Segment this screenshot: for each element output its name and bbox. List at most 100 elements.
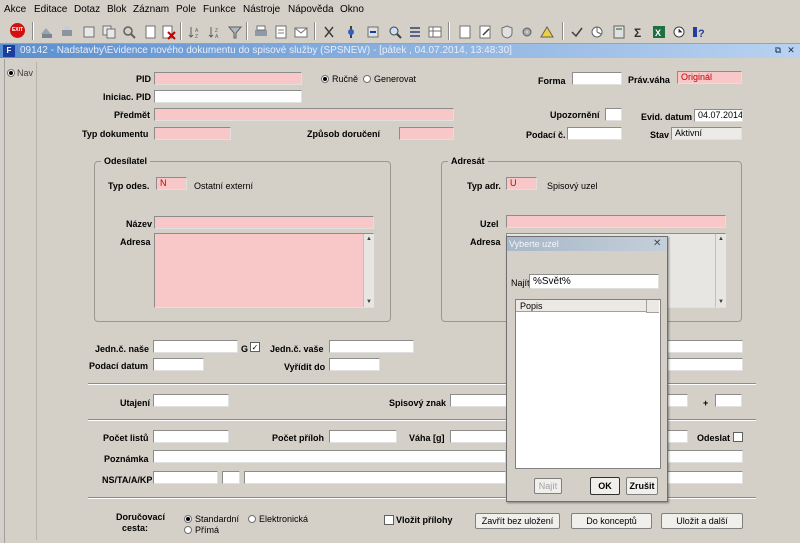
dialog-close-icon[interactable]: ✕	[653, 238, 661, 249]
odes-adresa-field[interactable]	[154, 233, 374, 308]
chart-icon[interactable]	[588, 23, 606, 41]
spisovy-znak-field-2[interactable]	[666, 394, 688, 407]
jedn-nase-field[interactable]	[153, 340, 238, 353]
typ-dokumentu-field[interactable]	[154, 127, 231, 140]
menu-dotaz[interactable]: Dotaz	[74, 4, 100, 15]
dialog-result-list[interactable]: Popis	[515, 299, 661, 469]
g-checkbox[interactable]: ✓	[250, 342, 260, 352]
right-field-1[interactable]	[663, 340, 743, 353]
dialog-najit-button[interactable]: Najít	[534, 478, 562, 494]
calc-icon[interactable]	[610, 23, 628, 41]
new-record-icon[interactable]	[142, 23, 160, 41]
mode-manual-radio[interactable]	[321, 75, 329, 83]
clock-icon[interactable]	[670, 23, 688, 41]
spisovy-znak-field[interactable]	[450, 394, 508, 407]
sum-icon[interactable]: Σ	[630, 23, 648, 41]
uzel-field[interactable]	[506, 215, 726, 228]
prav-vaha-field[interactable]: Originál	[677, 71, 742, 84]
preview-icon[interactable]	[272, 23, 290, 41]
list-icon[interactable]	[406, 23, 424, 41]
pocet-priloh-field[interactable]	[329, 430, 397, 443]
scroll-down-icon[interactable]: ▼	[716, 297, 726, 307]
zoom-icon[interactable]	[386, 23, 404, 41]
printer-icon[interactable]	[252, 23, 270, 41]
sort-desc-icon[interactable]: ZA	[206, 23, 224, 41]
ns-field-3[interactable]	[244, 471, 506, 484]
vyridit-do-field[interactable]	[329, 358, 380, 371]
menu-funkce[interactable]: Funkce	[203, 4, 236, 15]
vaha-field[interactable]	[450, 430, 508, 443]
forma-field[interactable]	[572, 72, 622, 85]
adr-adresa-scrollbar[interactable]: ▲ ▼	[715, 234, 726, 307]
menu-akce[interactable]: Akce	[4, 4, 26, 15]
doruc-elektronicka-radio[interactable]	[248, 515, 256, 523]
filter-icon[interactable]	[226, 23, 244, 41]
dialog-zrusit-button[interactable]: Zrušit	[626, 477, 658, 495]
nav-label[interactable]: Nav	[17, 68, 33, 78]
stav-field[interactable]: Aktivní	[671, 127, 742, 140]
dialog-column-popis[interactable]: Popis	[516, 300, 658, 312]
typ-odes-field[interactable]: N	[156, 177, 187, 190]
menu-okno[interactable]: Okno	[340, 4, 364, 15]
right-field-2[interactable]	[663, 358, 743, 371]
table-icon[interactable]	[426, 23, 444, 41]
move-icon[interactable]	[364, 23, 382, 41]
document-icon[interactable]	[456, 23, 474, 41]
vaha-field-2[interactable]	[666, 430, 688, 443]
scroll-up-icon[interactable]: ▲	[716, 234, 726, 244]
help-icon[interactable]: ?	[690, 23, 708, 41]
upozorneni-field[interactable]	[605, 108, 622, 121]
plus-field[interactable]	[715, 394, 742, 407]
predmet-field[interactable]	[154, 108, 454, 121]
vlozit-prilohy-checkbox[interactable]	[384, 515, 394, 525]
menu-zaznam[interactable]: Záznam	[133, 4, 169, 15]
menu-editace[interactable]: Editace	[34, 4, 67, 15]
poznamka-field[interactable]	[153, 450, 506, 463]
utajeni-field[interactable]	[153, 394, 229, 407]
shield-icon[interactable]	[498, 23, 516, 41]
scroll-down-icon[interactable]: ▼	[364, 297, 374, 307]
odeslat-checkbox[interactable]	[733, 432, 743, 442]
ns-field-1[interactable]	[153, 471, 218, 484]
ns-field-4[interactable]	[666, 471, 743, 484]
exit-icon[interactable]: EXIT	[10, 23, 25, 38]
evid-datum-field[interactable]: 04.07.2014	[694, 109, 743, 122]
search-icon[interactable]	[120, 23, 138, 41]
dialog-ok-button[interactable]: OK	[590, 477, 620, 495]
doruc-standard-radio[interactable]	[184, 515, 192, 523]
check-icon[interactable]	[568, 23, 586, 41]
gear-icon[interactable]	[518, 23, 536, 41]
warning-icon[interactable]	[538, 23, 556, 41]
mode-generate-radio[interactable]	[363, 75, 371, 83]
odes-nazev-field[interactable]	[154, 216, 374, 229]
nav-radio[interactable]	[7, 69, 15, 77]
print-icon[interactable]	[58, 23, 76, 41]
dialog-search-input[interactable]: %Svět%	[529, 274, 659, 289]
menu-napoveda[interactable]: Nápověda	[288, 4, 334, 15]
podaci-c-field[interactable]	[567, 127, 622, 140]
scroll-up-icon[interactable]: ▲	[364, 234, 374, 244]
mail-icon[interactable]	[292, 23, 310, 41]
zpusob-doruceni-field[interactable]	[399, 127, 454, 140]
menu-nastroje[interactable]: Nástroje	[243, 4, 280, 15]
koncept-button[interactable]: Do konceptů	[571, 513, 652, 529]
jedn-vase-field[interactable]	[329, 340, 414, 353]
excel-icon[interactable]: X	[650, 23, 668, 41]
typ-adr-field[interactable]: U	[506, 177, 537, 190]
pid-field[interactable]	[154, 72, 302, 85]
ulozit-button[interactable]: Uložit a další	[661, 513, 743, 529]
pocet-listu-field[interactable]	[153, 430, 229, 443]
copy-icon[interactable]	[100, 23, 118, 41]
link-icon[interactable]	[342, 23, 360, 41]
poznamka-field-2[interactable]	[666, 450, 743, 463]
iniciac-pid-field[interactable]	[154, 90, 302, 103]
menu-pole[interactable]: Pole	[176, 4, 196, 15]
odes-adresa-scrollbar[interactable]: ▲ ▼	[363, 234, 374, 307]
ns-field-2[interactable]	[222, 471, 240, 484]
doruc-prima-radio[interactable]	[184, 526, 192, 534]
restore-button[interactable]: ⧉	[772, 45, 784, 56]
close-button[interactable]: ✕	[785, 45, 797, 56]
cut-icon[interactable]	[320, 23, 338, 41]
menu-blok[interactable]: Blok	[107, 4, 126, 15]
save-icon[interactable]	[38, 23, 56, 41]
